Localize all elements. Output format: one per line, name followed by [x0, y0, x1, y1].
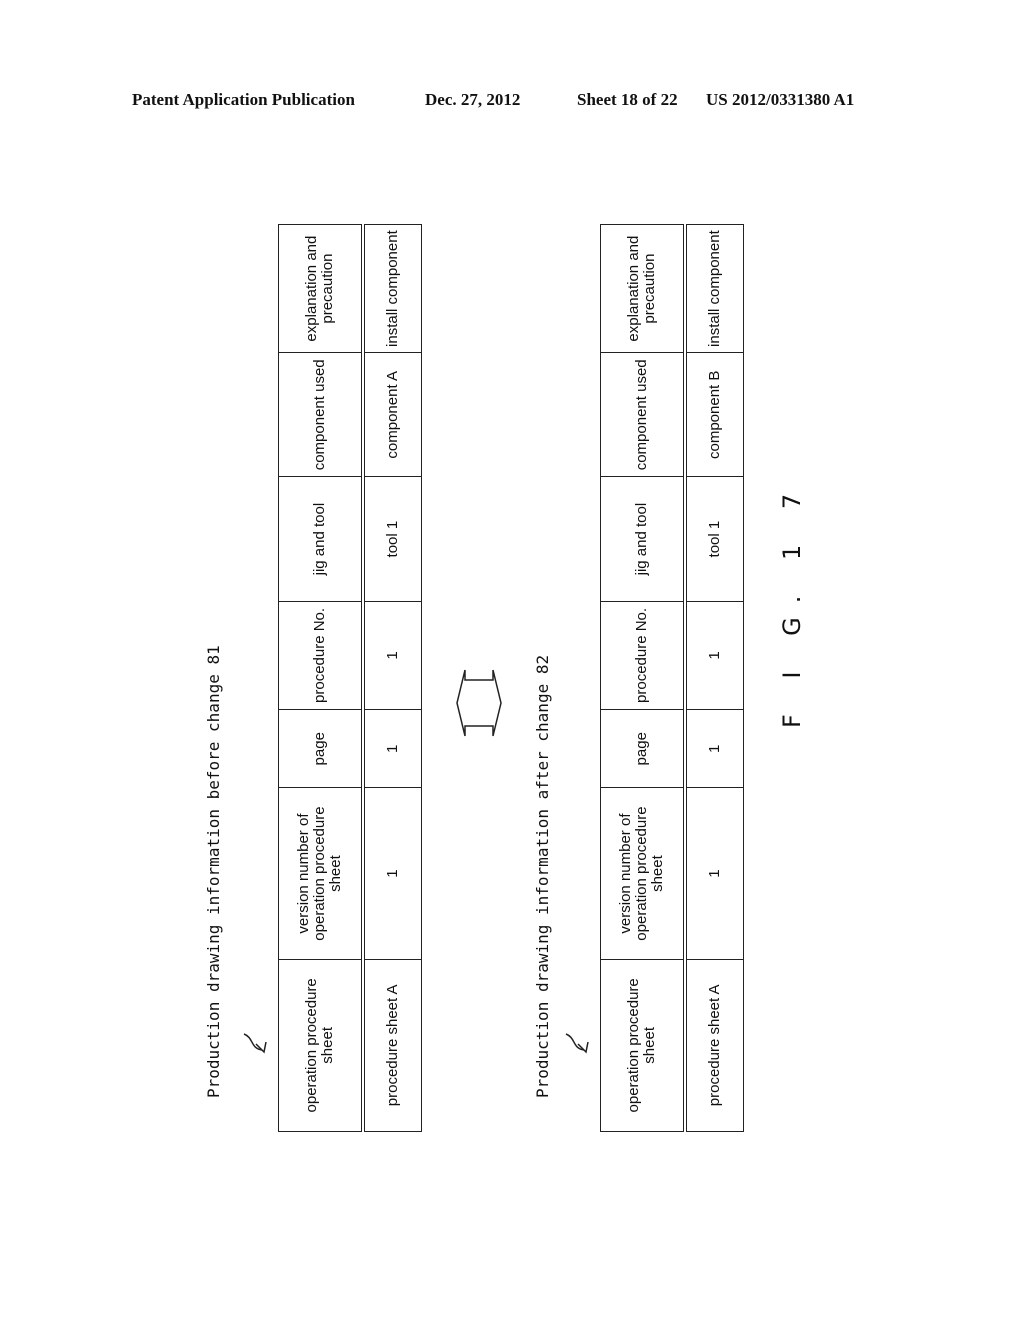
column-header: operation procedure sheet: [600, 959, 685, 1132]
column-header: component used: [278, 352, 363, 477]
sheet-number: Sheet 18 of 22: [577, 90, 678, 109]
table-after: operation procedure sheet version number…: [600, 224, 744, 1132]
table-cell: install component: [363, 224, 422, 353]
table-cell: tool 1: [685, 476, 744, 602]
double-arrow-icon: [456, 669, 502, 737]
column-header: procedure No.: [278, 601, 363, 710]
table-cell: 1: [685, 787, 744, 960]
column-header: version number of operation procedure sh…: [278, 787, 363, 960]
patent-number: US 2012/0331380 A1: [706, 90, 855, 109]
table-cell: install component: [685, 224, 744, 353]
figure-label: F I G. 1 7: [778, 479, 806, 728]
table-cell: tool 1: [363, 476, 422, 602]
table-before-caption: Production drawing information before ch…: [204, 645, 223, 1098]
table-cell: component B: [685, 352, 744, 477]
table-after-caption: Production drawing information after cha…: [533, 654, 552, 1098]
table-cell: 1: [363, 709, 422, 788]
figure-label-group: F I G. 1 7: [778, 480, 806, 728]
table-cell: procedure sheet A: [685, 959, 744, 1132]
publication-date: Dec. 27, 2012: [425, 90, 521, 109]
column-header: jig and tool: [278, 476, 363, 602]
table-before: operation procedure sheet version number…: [278, 224, 422, 1132]
column-header: version number of operation procedure sh…: [600, 787, 685, 960]
table-cell: 1: [363, 787, 422, 960]
column-header: page: [278, 709, 363, 788]
table-after-caption-group: Production drawing information after cha…: [533, 655, 552, 1098]
publication-label: Patent Application Publication: [132, 90, 355, 109]
table-cell: procedure sheet A: [363, 959, 422, 1132]
column-header: explanation and precaution: [278, 224, 363, 353]
leader-arrow-icon: [243, 1033, 267, 1054]
column-header: procedure No.: [600, 601, 685, 710]
leader-arrow-icon: [565, 1033, 589, 1054]
column-header: component used: [600, 352, 685, 477]
column-header: page: [600, 709, 685, 788]
table-cell: 1: [685, 709, 744, 788]
table-cell: component A: [363, 352, 422, 477]
column-header: explanation and precaution: [600, 224, 685, 353]
table-cell: 1: [685, 601, 744, 710]
column-header: operation procedure sheet: [278, 959, 363, 1132]
column-header: jig and tool: [600, 476, 685, 602]
table-cell: 1: [363, 601, 422, 710]
table-before-caption-group: Production drawing information before ch…: [204, 645, 223, 1098]
